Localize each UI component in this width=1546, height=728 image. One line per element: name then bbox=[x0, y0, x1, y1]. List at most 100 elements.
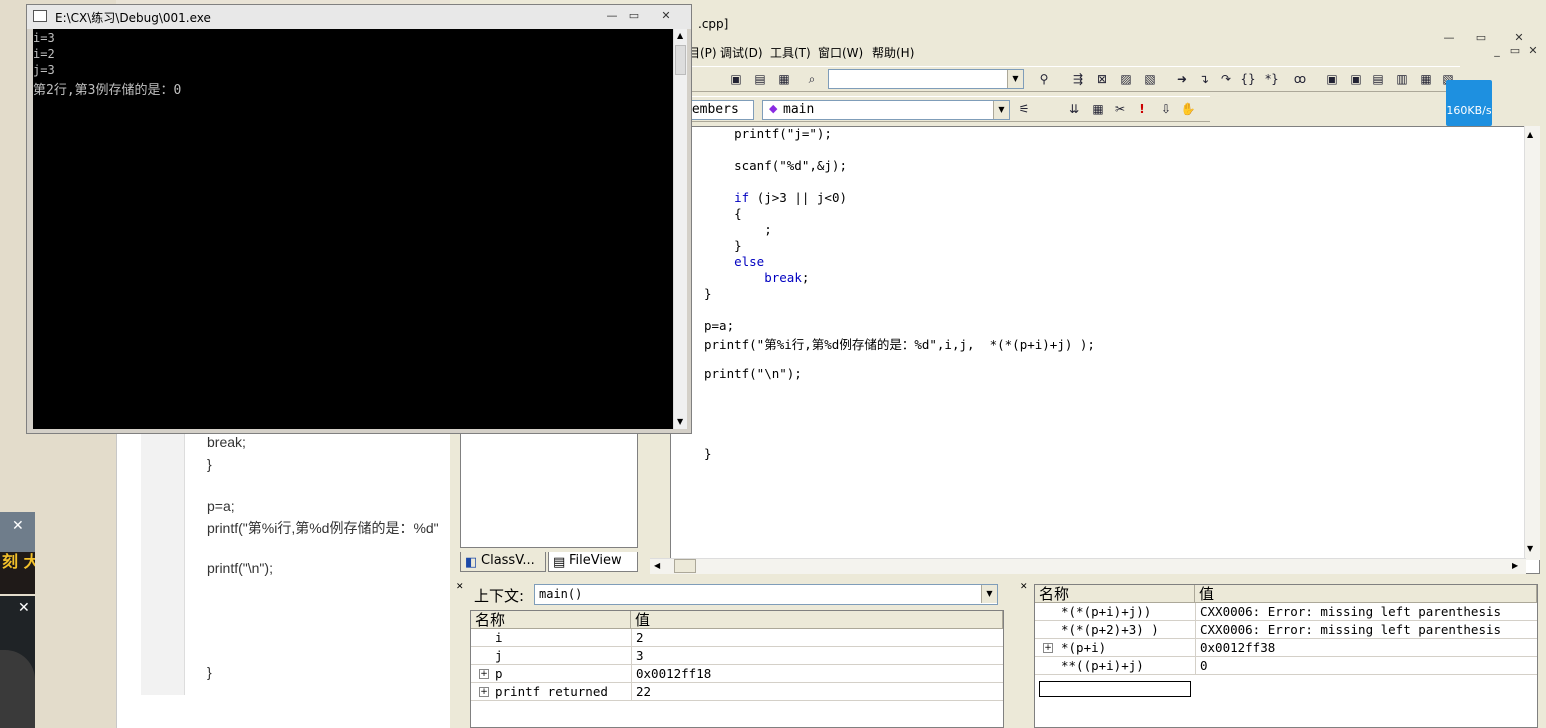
code-line: } bbox=[704, 286, 712, 301]
find-in-files-icon[interactable]: ⚲ bbox=[1036, 71, 1052, 87]
table-row[interactable]: *(*(p+i)+j)) CXX0006: Error: missing left… bbox=[1035, 603, 1537, 621]
step-over-icon[interactable]: ↷ bbox=[1218, 71, 1234, 87]
insert-breakpoint-icon[interactable]: ▦ bbox=[1090, 101, 1106, 117]
step-out-icon[interactable]: {} bbox=[1240, 71, 1256, 87]
show-next-statement-icon[interactable]: ➜ bbox=[1174, 71, 1190, 87]
expand-icon[interactable]: + bbox=[479, 669, 489, 679]
maximize-button[interactable]: ▭ bbox=[625, 9, 643, 24]
bg-code-line: printf("\n"); bbox=[207, 560, 273, 576]
scroll-up-icon[interactable]: ▲ bbox=[677, 31, 683, 40]
build-all-icon[interactable]: ▧ bbox=[1142, 71, 1158, 87]
code-line: printf("\n"); bbox=[704, 366, 802, 381]
ad-image bbox=[0, 650, 35, 728]
chevron-down-icon[interactable]: ▼ bbox=[1007, 70, 1023, 88]
find-combo[interactable]: ▼ bbox=[828, 69, 1024, 89]
col-value-header[interactable]: 值 bbox=[1195, 585, 1537, 603]
list-icon[interactable]: ⇩ bbox=[1158, 101, 1174, 117]
expand-icon[interactable]: + bbox=[1043, 643, 1053, 653]
table-row[interactable]: + p 0x0012ff18 bbox=[471, 665, 1003, 683]
scroll-thumb[interactable] bbox=[675, 45, 686, 75]
variables-window-icon[interactable]: ▣ bbox=[1348, 71, 1364, 87]
workspace-icon[interactable]: ▣ bbox=[728, 71, 744, 87]
console-line: i=3 bbox=[33, 31, 55, 45]
find-icon[interactable]: ⌕ bbox=[804, 71, 820, 87]
table-row[interactable]: **((p+i)+j) 0 bbox=[1035, 657, 1537, 675]
menu-debug[interactable]: 调试(D) bbox=[720, 44, 763, 61]
exclamation-icon[interactable]: ! bbox=[1134, 101, 1150, 117]
dock-close-icon[interactable]: ✕ bbox=[1020, 582, 1028, 592]
ide-title-text: .cpp] bbox=[698, 17, 729, 31]
tab-classview-label: ClassV... bbox=[481, 553, 535, 568]
scroll-right-icon[interactable]: ▶ bbox=[1512, 561, 1518, 570]
function-combo[interactable]: ◆ main ▼ bbox=[762, 100, 1010, 120]
quick-watch-icon[interactable]: ꝏ bbox=[1292, 71, 1308, 87]
col-value-header[interactable]: 值 bbox=[631, 611, 1003, 629]
function-name: main bbox=[783, 102, 815, 117]
table-row[interactable]: + printf returned 22 bbox=[471, 683, 1003, 701]
new-watch-input[interactable] bbox=[1039, 681, 1191, 697]
windows-icon[interactable]: ▦ bbox=[776, 71, 792, 87]
ad-banner[interactable]: ✕ 刻 大赛 bbox=[0, 512, 35, 594]
doc-restore-button[interactable]: ▭ bbox=[1506, 44, 1524, 59]
watch-window-icon[interactable]: ▣ bbox=[1324, 71, 1340, 87]
keyword: else bbox=[734, 254, 765, 269]
tab-classview[interactable]: ◧ ClassV... bbox=[460, 552, 546, 572]
run-to-cursor-icon[interactable]: *} bbox=[1264, 71, 1280, 87]
scroll-thumb[interactable] bbox=[674, 559, 696, 573]
menu-window[interactable]: 窗口(W) bbox=[818, 44, 863, 61]
horizontal-scrollbar[interactable]: ◀ ▶ bbox=[650, 558, 1526, 574]
hand-icon[interactable]: ✋ bbox=[1180, 101, 1196, 117]
console-window: E:\CX\练习\Debug\001.exe — ▭ ✕ i=3 i=2 j=3… bbox=[26, 4, 692, 434]
ad-banner-2[interactable]: ✕ bbox=[0, 596, 35, 728]
cell-value: 3 bbox=[631, 647, 644, 665]
step-into-icon[interactable]: ↴ bbox=[1196, 71, 1212, 87]
table-row[interactable]: j3 bbox=[471, 647, 1003, 665]
console-scrollbar[interactable]: ▲ ▼ bbox=[673, 29, 687, 429]
compile-icon[interactable]: ⇶ bbox=[1070, 71, 1086, 87]
scroll-up-icon[interactable]: ▲ bbox=[1527, 130, 1533, 139]
table-row[interactable]: *(*(p+2)+3) ) CXX0006: Error: missing lef… bbox=[1035, 621, 1537, 639]
scroll-down-icon[interactable]: ▼ bbox=[677, 417, 683, 426]
dock-close-icon[interactable]: ✕ bbox=[456, 582, 464, 592]
go-icon[interactable]: ⇊ bbox=[1066, 101, 1082, 117]
build-icon[interactable]: ⊠ bbox=[1094, 71, 1110, 87]
col-name-header[interactable]: 名称 bbox=[471, 611, 631, 629]
members-combo[interactable]: Members bbox=[684, 100, 754, 120]
tab-fileview[interactable]: ▤ FileView bbox=[548, 552, 638, 572]
output-icon[interactable]: ▤ bbox=[752, 71, 768, 87]
wizard-action-icon[interactable]: ⚟ bbox=[1016, 101, 1032, 117]
code-line: printf("第%i行,第%d例存储的是：%d",i,j, *(*(p+i)+… bbox=[704, 337, 1095, 352]
cell-name: *(*(p+i)+j)) bbox=[1061, 604, 1152, 619]
bg-code-line: } bbox=[207, 664, 212, 680]
chevron-down-icon[interactable]: ▼ bbox=[993, 101, 1009, 119]
table-row[interactable]: + *(p+i) 0x0012ff38 bbox=[1035, 639, 1537, 657]
scroll-left-icon[interactable]: ◀ bbox=[654, 561, 660, 570]
doc-minimize-button[interactable]: _ bbox=[1488, 44, 1506, 59]
menu-tools[interactable]: 工具(T) bbox=[770, 44, 811, 61]
menu-project[interactable]: 目(P) bbox=[688, 44, 717, 61]
menu-help[interactable]: 帮助(H) bbox=[872, 44, 914, 61]
close-button[interactable]: ✕ bbox=[657, 9, 675, 24]
cell-value: CXX0006: Error: missing left parenthesis bbox=[1195, 621, 1501, 639]
cell-name: i bbox=[495, 630, 503, 645]
stop-build-icon[interactable]: ▨ bbox=[1118, 71, 1134, 87]
chevron-down-icon[interactable]: ▼ bbox=[981, 585, 997, 603]
expand-icon[interactable]: + bbox=[479, 687, 489, 697]
keyword: if bbox=[734, 190, 750, 205]
cell-value: CXX0006: Error: missing left parenthesis bbox=[1195, 603, 1501, 621]
close-icon[interactable]: ✕ bbox=[12, 518, 24, 534]
col-name-header[interactable]: 名称 bbox=[1035, 585, 1195, 603]
memory-icon[interactable]: ▥ bbox=[1394, 71, 1410, 87]
context-combo[interactable]: main() ▼ bbox=[534, 584, 998, 605]
doc-close-button[interactable]: ✕ bbox=[1524, 44, 1542, 59]
registers-icon[interactable]: ▤ bbox=[1370, 71, 1386, 87]
call-stack-icon[interactable]: ▦ bbox=[1418, 71, 1434, 87]
vertical-scrollbar[interactable]: ▲ ▼ bbox=[1524, 126, 1540, 560]
table-row[interactable]: i2 bbox=[471, 629, 1003, 647]
minimize-button[interactable]: — bbox=[603, 9, 621, 24]
console-output[interactable]: i=3 i=2 j=3 第2行,第3例存储的是：0 bbox=[33, 29, 673, 429]
close-icon[interactable]: ✕ bbox=[18, 600, 30, 616]
scroll-down-icon[interactable]: ▼ bbox=[1527, 544, 1533, 553]
remove-breakpoint-icon[interactable]: ✂ bbox=[1112, 101, 1128, 117]
function-icon: ◆ bbox=[769, 102, 778, 115]
